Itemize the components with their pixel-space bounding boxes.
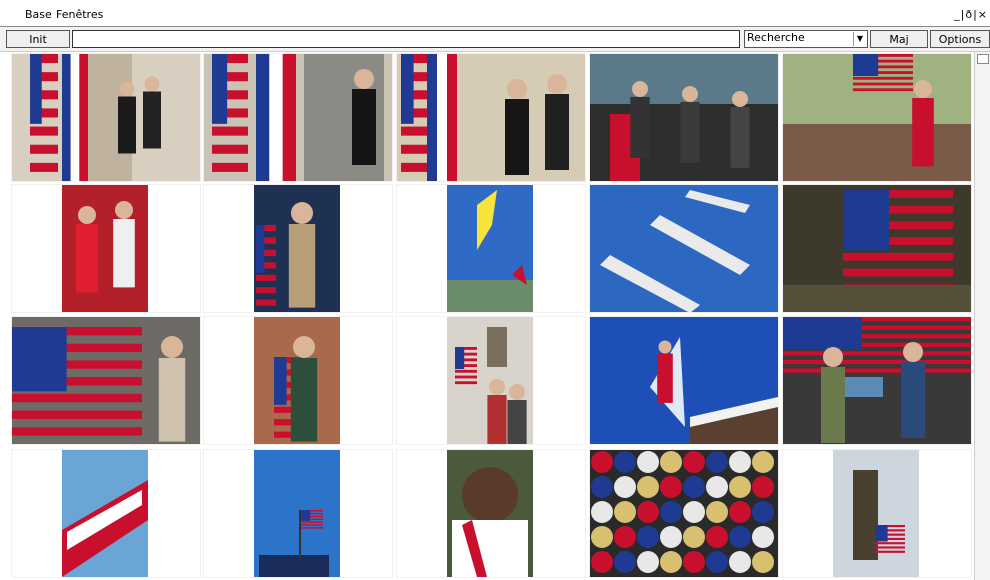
thumbnail-couple-red-dress[interactable] xyxy=(11,184,201,313)
thumbnail-crowd-with-sashes[interactable] xyxy=(589,53,779,182)
thumbnail-statue-with-flag[interactable] xyxy=(782,449,972,578)
search-select-value: Recherche xyxy=(747,31,805,44)
thumbnail-image xyxy=(204,54,392,181)
thumbnail-flag-mural-people[interactable] xyxy=(782,316,972,445)
thumbnail-campaign-buttons[interactable] xyxy=(589,449,779,578)
menu-bar: Base Fenêtres _|ð|× xyxy=(0,0,990,26)
thumbnail-two-men-flags[interactable] xyxy=(396,53,586,182)
thumbnail-image xyxy=(590,450,778,577)
thumbnail-smiling-athlete[interactable] xyxy=(396,449,586,578)
thumbnail-parade-woman-flag[interactable] xyxy=(782,53,972,182)
thumbnail-image xyxy=(254,450,340,577)
thumbnail-image xyxy=(447,185,533,312)
thumbnail-twa-aircraft-tail[interactable] xyxy=(11,449,201,578)
thumbnail-waving-us-flag[interactable] xyxy=(782,184,972,313)
init-button[interactable]: Init xyxy=(6,30,70,48)
window-controls[interactable]: _|ð|× xyxy=(954,8,988,21)
thumbnail-image xyxy=(783,317,971,444)
thumbnail-flag-and-crowd[interactable] xyxy=(11,316,201,445)
chevron-down-icon[interactable]: ▼ xyxy=(853,32,866,46)
thumbnail-image xyxy=(12,54,200,181)
thumbnail-monument-flag-crowd[interactable] xyxy=(396,316,586,445)
scrollbar-thumb[interactable] xyxy=(977,54,989,64)
thumbnail-image xyxy=(254,317,340,444)
thumbnail-athlete-with-flag[interactable] xyxy=(203,316,393,445)
thumbnail-image xyxy=(447,317,533,444)
thumbnail-image xyxy=(397,54,585,181)
thumbnail-image xyxy=(590,317,778,444)
thumbnail-image xyxy=(590,54,778,181)
thumbnail-image xyxy=(590,185,778,312)
thumbnail-grid xyxy=(0,52,974,580)
thumbnail-skier-jumping[interactable] xyxy=(589,316,779,445)
thumbnail-image xyxy=(62,450,148,577)
thumbnail-image xyxy=(783,185,971,312)
search-select[interactable]: Recherche ▼ xyxy=(744,30,868,48)
thumbnail-image xyxy=(254,185,340,312)
thumbnail-image xyxy=(833,450,919,577)
thumbnail-image xyxy=(783,54,971,181)
toolbar: Init Recherche ▼ Maj Options xyxy=(0,26,990,52)
thumbnail-jets-formation[interactable] xyxy=(589,184,779,313)
thumbnail-soldier-with-flag[interactable] xyxy=(203,184,393,313)
menu-fenetres[interactable]: Fenêtres xyxy=(56,8,103,21)
thumbnail-yellow-flag-sky[interactable] xyxy=(396,184,586,313)
thumbnail-image xyxy=(12,317,200,444)
thumbnail-image xyxy=(62,185,148,312)
menu-base[interactable]: Base xyxy=(25,8,52,21)
address-input[interactable] xyxy=(72,30,740,48)
maj-button[interactable]: Maj xyxy=(870,30,928,48)
thumbnail-flag-on-pole-sky[interactable] xyxy=(203,449,393,578)
options-button[interactable]: Options xyxy=(930,30,990,48)
thumbnail-two-men-handshake-flags[interactable] xyxy=(11,53,201,182)
vertical-scrollbar[interactable] xyxy=(974,52,990,580)
thumbnail-man-before-flags[interactable] xyxy=(203,53,393,182)
thumbnail-image xyxy=(447,450,533,577)
